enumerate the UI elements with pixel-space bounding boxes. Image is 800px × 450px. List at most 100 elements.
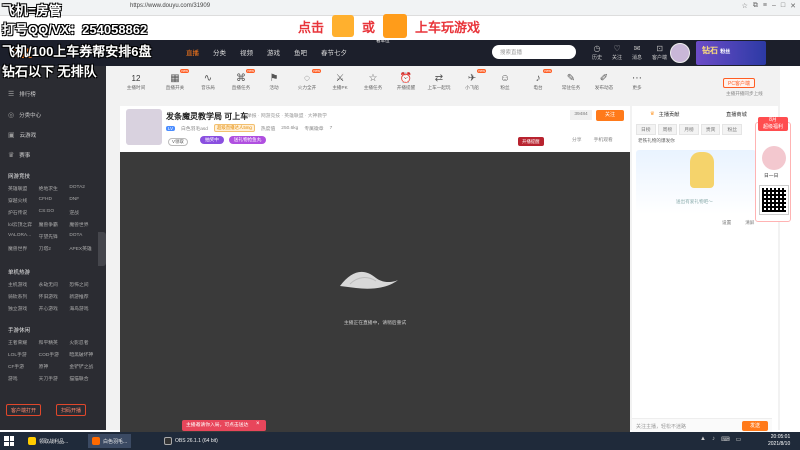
video-player[interactable] [120,152,630,432]
toolbar-item[interactable]: ☆ 主播任务 [357,72,389,91]
tab-monthly[interactable]: 月榜 [679,124,699,135]
taskbar-app-3[interactable]: OBS 26.1.1 (64 bit) [160,434,222,448]
sidebar-category-item[interactable]: 恐怖之间 [69,281,100,288]
sidebar-category-item[interactable]: 逆战 [69,209,100,216]
shop-header[interactable]: 直播商城 [726,111,747,118]
minimize-icon[interactable]: – [772,2,776,10]
mobile-watch-button[interactable]: 手机观看 [594,136,613,143]
follow-button[interactable]: 关注 [596,110,624,121]
toolbar-item[interactable]: ◌ 火力全开 new [291,69,323,91]
toolbar-item[interactable]: ∿ 音乐局 [192,72,224,91]
sidebar-category-item[interactable]: APEX英雄 [69,245,100,252]
fans-claim-chip[interactable]: V领取 [168,138,188,146]
sidebar-category-item[interactable]: CS:GO [39,209,70,216]
sidebar-category-item[interactable]: 天刀手游 [39,375,70,382]
sidebar-category-item[interactable]: 金铲铲之战 [69,363,100,370]
sidebar-category-item[interactable]: 守望先锋 [39,233,70,240]
sidebar-category-item[interactable]: 主机游戏 [8,281,39,288]
sidebar-category-item[interactable]: DOTA [69,233,100,240]
promo-badge[interactable]: 8月 超级福利 [758,117,788,131]
chat-settings-button[interactable]: 设置 [722,220,731,226]
room-category-breadcrumb[interactable]: 举报 · 网游竞技 · 英雄联盟 · 大神教学 [247,112,327,119]
sidebar-category-item[interactable]: 刀塔2 [39,245,70,252]
open-client-button[interactable]: 客户端打开 [6,404,42,416]
sidebar-collapse-handle[interactable] [98,232,106,266]
nav-item-live[interactable]: 直播 [186,47,199,57]
close-icon[interactable]: ✕ [790,2,796,10]
tab-daily[interactable]: 日榜 [636,124,656,135]
sidebar-category-item[interactable]: 游戏 [8,375,39,382]
sidebar-category-item[interactable]: CF手游 [8,363,39,370]
chat-clear-button[interactable]: 清屏 [745,220,754,226]
toolbar-item[interactable]: ✈ 小飞船 new [456,69,488,91]
keyboard-icon[interactable]: ⌨ [721,436,730,443]
sidebar-category-item[interactable]: 炉石传说 [8,209,39,216]
notification-icon[interactable]: ▭ [736,436,742,443]
share-button[interactable]: 分享 [572,136,582,143]
nav-item-yuba[interactable]: 鱼吧 [294,47,307,57]
sidebar-category-item[interactable]: 新游推荐 [69,293,100,300]
sidebar-category-item[interactable]: 怀旧游戏 [39,293,70,300]
star-icon[interactable]: ☆ [742,2,748,10]
search-input[interactable]: 搜索直播 [492,45,576,59]
toolbar-item[interactable]: ⚑ 活动 [258,72,290,91]
taskbar-app-2[interactable]: 白色羽毛... [88,434,132,448]
sidebar-category-item[interactable]: 开心游戏 [39,305,70,312]
sidebar-item-category[interactable]: ◎ 分类中心 [8,111,41,119]
toolbar-item[interactable]: ✐ 发布动态 [588,72,620,91]
sidebar-category-item[interactable]: DNF [69,197,100,204]
sidebar-category-item[interactable]: lol云顶之弈 [8,221,39,228]
sidebar-category-item[interactable]: 王者荣耀 [8,339,39,346]
sidebar-category-item[interactable]: 独立游戏 [8,305,39,312]
windows-start-icon[interactable] [4,436,14,446]
invite-toast[interactable]: 主播邀请你入局，可点击送达 [182,420,266,431]
toolbar-item[interactable]: ⚔ 主播PK [324,72,356,91]
tab-fans[interactable]: 粉丝 [722,124,743,135]
scan-to-stream-button[interactable]: 扫码开播 [56,404,87,416]
anchor-honor-chip[interactable]: 超级直播达人5mg [213,124,255,132]
toolbar-item[interactable]: 12 主播时间 [120,72,152,91]
nav-item-event[interactable]: 春节七夕 [321,47,347,57]
volume-icon[interactable]: ♪ [712,436,715,443]
pc-client-button[interactable]: PC客户端 [723,78,755,88]
nav-item-games[interactable]: 游戏 [267,47,280,57]
sidebar-category-item[interactable]: 海岛游戏 [69,305,100,312]
taskbar-app-1[interactable]: 领取战利品... [24,434,72,448]
sidebar-category-item[interactable]: 猫猫联合 [69,375,100,382]
network-icon[interactable]: ▲ [700,436,706,443]
toolbar-item[interactable]: ☺ 粉丝 [489,72,521,91]
tab-vip[interactable]: 贵宾 [700,124,721,135]
sidebar-category-item[interactable]: DOTA2 [69,185,100,192]
messages-button[interactable]: ✉ 消息 [632,44,642,61]
anchor-avatar[interactable] [126,109,162,145]
client-button[interactable]: ⊡ 客户端 [652,44,667,61]
toolbar-item[interactable]: ▦ 直播开关 new [159,69,191,91]
sidebar-category-item[interactable]: VALORA... [8,233,39,240]
chat-input[interactable]: 关注主播，轻松不迷路 [636,423,686,430]
follow-list-button[interactable]: ♡ 关注 [612,44,622,61]
nav-item-video[interactable]: 视频 [240,47,253,57]
sidebar-category-item[interactable]: LOL手游 [8,351,39,358]
menu-icon[interactable]: ≡ [763,2,767,10]
sidebar-category-item[interactable]: 和平精英 [39,339,70,346]
extension-icon[interactable]: ⧉ [753,2,758,10]
sidebar-category-item[interactable]: COD手游 [39,351,70,358]
stream-reminder-button[interactable]: 开播提醒 [518,137,544,146]
sidebar-category-item[interactable]: 英雄联盟 [8,185,39,192]
toolbar-item[interactable]: ⌘ 直播任务 new [225,69,257,91]
anchor-name[interactable]: 白色羽毛asd [181,125,208,132]
nav-item-category[interactable]: 分类 [213,47,226,57]
sidebar-category-item[interactable]: 永劫无间 [39,281,70,288]
sidebar-category-item[interactable]: 魔兽争霸 [39,221,70,228]
toolbar-item[interactable]: ♪ 电台 new [522,69,554,91]
lottery-pill[interactable]: 抽奖中 [200,136,224,144]
sidebar-category-item[interactable]: 原神 [39,363,70,370]
sidebar-item-cloud-game[interactable]: ▣ 云游戏 [8,131,36,139]
history-button[interactable]: ◷ 历史 [592,44,602,61]
sidebar-category-item[interactable]: 魔兽世界 [69,221,100,228]
user-avatar[interactable] [670,43,690,63]
sidebar-category-item[interactable]: 火影忍者 [69,339,100,346]
system-clock[interactable]: 20:05:01 2021/8/10 [768,434,790,448]
toast-close-icon[interactable]: × [256,421,260,427]
sidebar-item-esports[interactable]: ♛ 赛事 [8,151,30,159]
